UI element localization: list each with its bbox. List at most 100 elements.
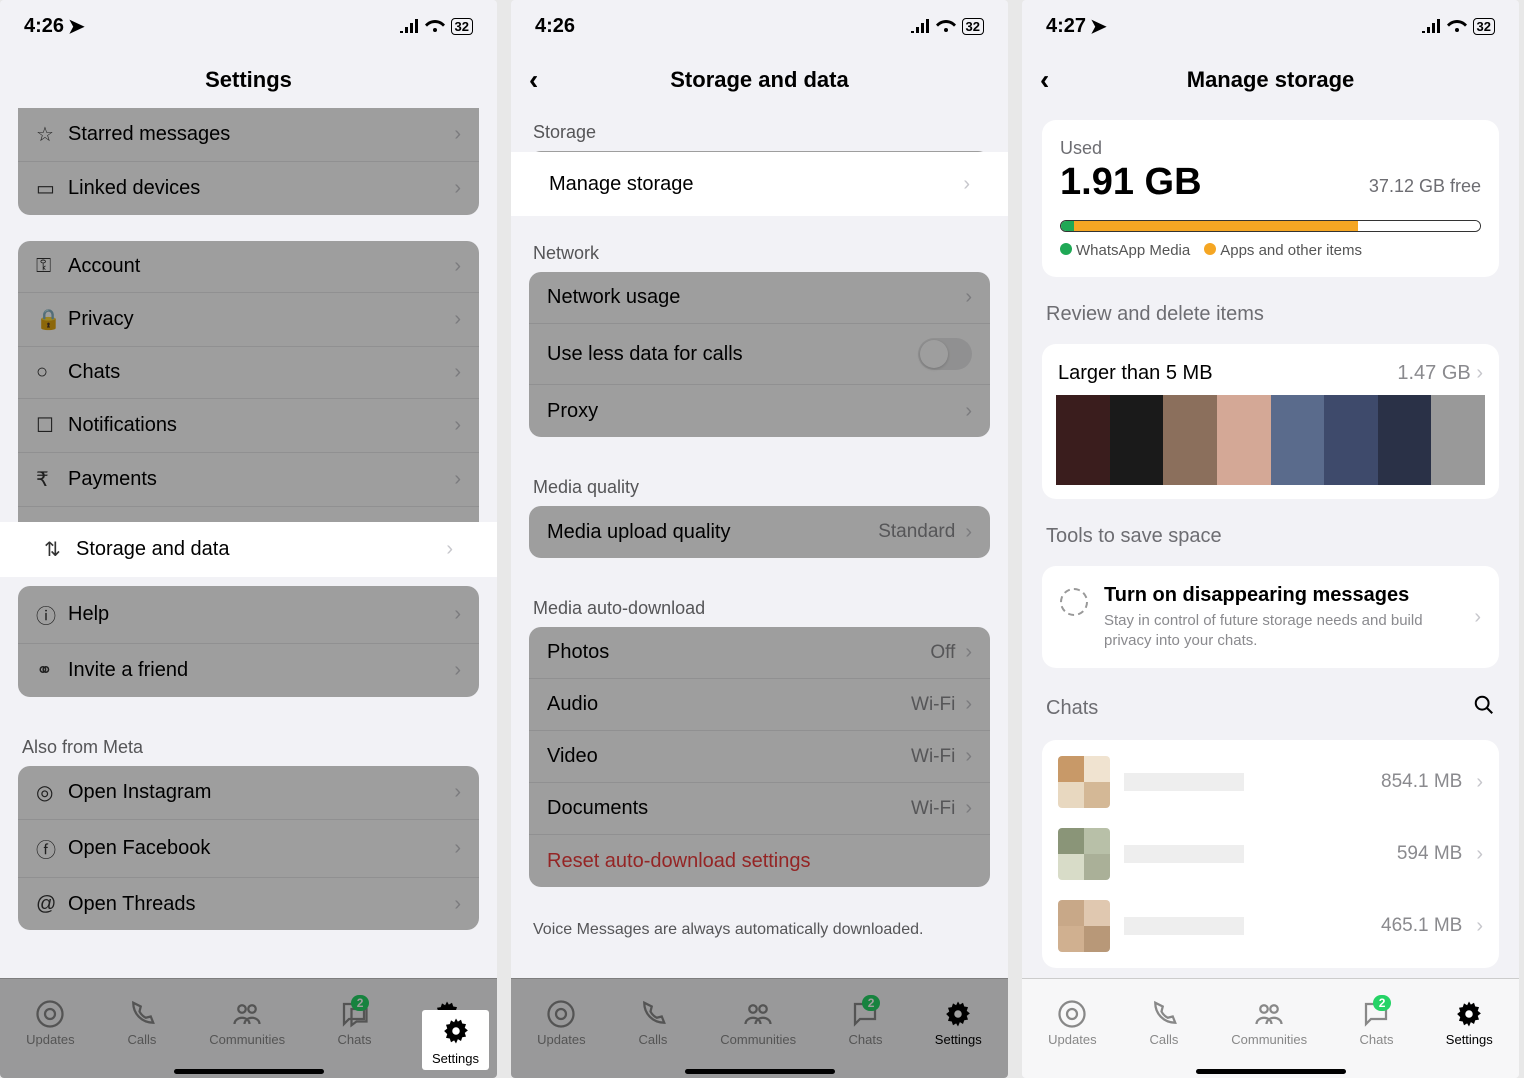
chevron-icon: › — [446, 538, 453, 561]
row-open-facebook[interactable]: ⓕOpen Facebook› — [18, 820, 479, 878]
tab-bar: Updates Calls Communities 2Chats Setting… — [1022, 978, 1519, 1078]
row-notifications[interactable]: ☐Notifications› — [18, 399, 479, 453]
section-network: Network — [511, 229, 1008, 272]
back-button[interactable]: ‹ — [1040, 64, 1049, 96]
gear-icon — [441, 1016, 471, 1046]
chevron-icon: › — [1476, 771, 1483, 794]
signal-icon — [910, 19, 930, 33]
toggle-less-data[interactable] — [918, 338, 972, 370]
tab-updates[interactable]: Updates — [1048, 999, 1096, 1047]
chats-badge: 2 — [351, 995, 370, 1011]
chat-name-redacted — [1124, 845, 1244, 863]
screen-storage-and-data: 4:26 32 ‹ Storage and data Storage Manag… — [511, 0, 1008, 1078]
dot-whatsapp — [1060, 243, 1072, 255]
row-open-instagram[interactable]: ◎Open Instagram› — [18, 766, 479, 820]
storage-summary-card: Used 1.91 GB 37.12 GB free WhatsApp Medi… — [1042, 120, 1499, 277]
instagram-icon: ◎ — [36, 780, 68, 805]
section-also-from-meta: Also from Meta — [0, 723, 497, 766]
chevron-icon: › — [454, 893, 461, 916]
updates-icon — [546, 999, 576, 1029]
tab-chats[interactable]: 2Chats — [1359, 999, 1393, 1047]
row-payments[interactable]: ₹Payments› — [18, 453, 479, 507]
info-icon: ⓘ — [36, 600, 68, 629]
chat-row[interactable]: 854.1 MB › — [1056, 746, 1485, 818]
location-icon: ➤ — [1090, 14, 1107, 39]
row-open-threads[interactable]: @Open Threads› — [18, 878, 479, 930]
row-audio[interactable]: AudioWi-Fi› — [529, 679, 990, 731]
row-account[interactable]: ⚿Account› — [18, 241, 479, 293]
disappearing-messages-card[interactable]: Turn on disappearing messages Stay in co… — [1042, 566, 1499, 668]
communities-icon — [743, 999, 773, 1029]
wifi-icon — [1447, 19, 1467, 33]
row-media-upload-quality[interactable]: Media upload qualityStandard› — [529, 506, 990, 558]
highlight-storage-and-data[interactable]: ⇅ Storage and data › — [0, 522, 497, 577]
chevron-icon: › — [454, 781, 461, 804]
communities-icon — [232, 999, 262, 1029]
tab-calls[interactable]: Calls — [127, 999, 157, 1047]
home-indicator — [174, 1069, 324, 1074]
chevron-icon: › — [965, 745, 972, 768]
row-invite[interactable]: ⚭Invite a friend› — [18, 644, 479, 697]
chevron-icon: › — [1476, 362, 1483, 384]
larger-label: Larger than 5 MB — [1058, 362, 1213, 385]
highlight-manage-storage[interactable]: Manage storage › — [511, 152, 1008, 216]
row-privacy[interactable]: 🔒Privacy› — [18, 293, 479, 347]
screen-manage-storage: 4:27➤ 32 ‹ Manage storage Used 1.91 GB 3… — [1022, 0, 1519, 1078]
chevron-icon: › — [454, 468, 461, 491]
tab-bar: Updates Calls Communities 2Chats Setting… — [511, 978, 1008, 1078]
row-starred[interactable]: ☆Starred messages› — [18, 108, 479, 162]
row-photos[interactable]: PhotosOff› — [529, 627, 990, 679]
tab-chats[interactable]: 2Chats — [848, 999, 882, 1047]
back-button[interactable]: ‹ — [529, 64, 538, 96]
tab-calls[interactable]: Calls — [1149, 999, 1179, 1047]
chat-name-redacted — [1124, 917, 1244, 935]
larger-value: 1.47 GB — [1397, 362, 1470, 384]
section-auto-download: Media auto-download — [511, 584, 1008, 627]
chat-size: 465.1 MB — [1381, 915, 1462, 937]
search-button[interactable] — [1473, 694, 1495, 722]
tab-chats[interactable]: 2Chats — [337, 999, 371, 1047]
tab-communities[interactable]: Communities — [720, 999, 796, 1047]
section-media-quality: Media quality — [511, 463, 1008, 506]
bell-icon: ☐ — [36, 413, 68, 438]
signal-icon — [1421, 19, 1441, 33]
home-indicator — [685, 1069, 835, 1074]
chat-row[interactable]: 465.1 MB › — [1056, 890, 1485, 962]
chevron-icon: › — [1476, 915, 1483, 938]
row-help[interactable]: ⓘHelp› — [18, 586, 479, 644]
home-indicator — [1196, 1069, 1346, 1074]
tab-settings[interactable]: Settings — [1446, 999, 1493, 1047]
media-thumbnails — [1056, 395, 1485, 485]
section-chats: Chats — [1046, 697, 1098, 720]
battery-icon: 32 — [451, 18, 473, 35]
disappearing-subtitle: Stay in control of future storage needs … — [1104, 611, 1458, 650]
lock-icon: 🔒 — [36, 307, 68, 332]
storage-bar — [1060, 220, 1481, 232]
row-network-usage[interactable]: Network usage› — [529, 272, 990, 324]
chat-row[interactable]: 594 MB › — [1056, 818, 1485, 890]
chevron-icon: › — [454, 308, 461, 331]
row-video[interactable]: VideoWi-Fi› — [529, 731, 990, 783]
tab-calls[interactable]: Calls — [638, 999, 668, 1047]
chevron-icon: › — [965, 797, 972, 820]
larger-than-5mb-card[interactable]: Larger than 5 MB 1.47 GB › — [1042, 344, 1499, 499]
row-documents[interactable]: DocumentsWi-Fi› — [529, 783, 990, 835]
chevron-icon: › — [454, 123, 461, 146]
row-reset-auto-download[interactable]: Reset auto-download settings — [529, 835, 990, 887]
threads-icon: @ — [36, 893, 68, 916]
section-tools: Tools to save space — [1022, 511, 1519, 554]
row-proxy[interactable]: Proxy› — [529, 385, 990, 437]
highlight-tab-settings[interactable]: Settings — [422, 1010, 489, 1070]
row-use-less-data[interactable]: Use less data for calls — [529, 324, 990, 385]
chevron-icon: › — [965, 286, 972, 309]
row-chats[interactable]: ○Chats› — [18, 347, 479, 399]
tab-communities[interactable]: Communities — [1231, 999, 1307, 1047]
tab-communities[interactable]: Communities — [209, 999, 285, 1047]
gear-icon — [1454, 999, 1484, 1029]
updates-icon — [35, 999, 65, 1029]
tab-updates[interactable]: Updates — [537, 999, 585, 1047]
tab-updates[interactable]: Updates — [26, 999, 74, 1047]
row-linked-devices[interactable]: ▭Linked devices› — [18, 162, 479, 215]
tab-settings[interactable]: Settings — [935, 999, 982, 1047]
key-icon: ⚿ — [36, 255, 68, 278]
